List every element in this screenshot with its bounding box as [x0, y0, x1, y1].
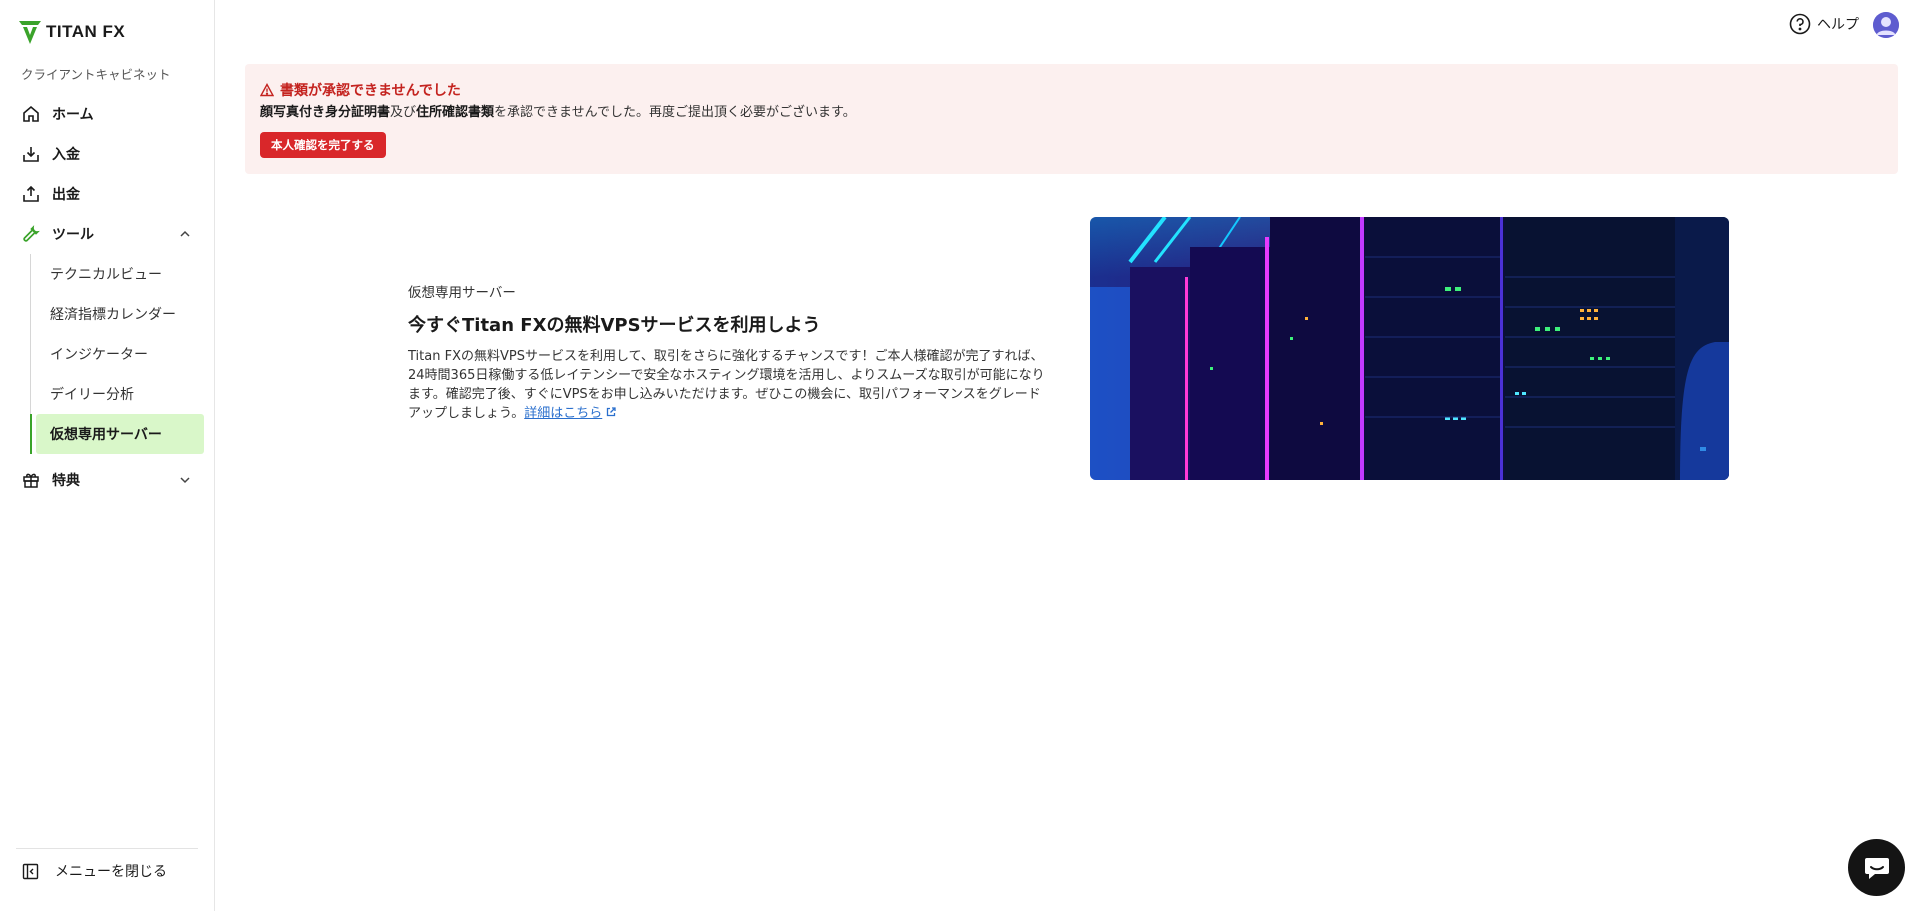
promo-description-text: Titan FXの無料VPSサービスを利用して、取引をさらに強化するチャンスです…: [408, 349, 1045, 421]
collapse-sidebar-icon: [22, 863, 39, 879]
collapse-menu-button[interactable]: メニューを閉じる: [16, 848, 198, 881]
sidebar-item-indicator[interactable]: インジケーター: [31, 334, 214, 374]
deposit-icon: [22, 145, 40, 163]
details-link[interactable]: 詳細はこちら: [524, 406, 602, 421]
vps-promo: 仮想専用サーバー 今すぐTitan FXの無料VPSサービスを利用しよう Tit…: [408, 281, 1048, 423]
sidebar-item-technical-view[interactable]: テクニカルビュー: [31, 254, 214, 294]
sidebar-item-benefits[interactable]: 特典: [0, 460, 214, 500]
external-link-icon[interactable]: [605, 406, 617, 418]
sidebar-item-economic-calendar[interactable]: 経済指標カレンダー: [31, 294, 214, 334]
titan-logo-icon: [19, 21, 41, 44]
alert-text-tail: を承認できませんでした。再度ご提出頂く必要がございます。: [494, 105, 856, 120]
sidebar-item-label: ツール: [52, 227, 94, 243]
verification-alert: 書類が承認できませんでした 顔写真付き身分証明書及び住所確認書類を承認できません…: [245, 64, 1898, 174]
chat-button[interactable]: [1848, 839, 1905, 896]
help-label: ヘルプ: [1817, 17, 1859, 33]
section-label: クライアントキャビネット: [21, 67, 171, 82]
gift-icon: [22, 471, 40, 489]
chat-bubble-icon: [1864, 857, 1889, 879]
chevron-down-icon[interactable]: [178, 473, 192, 487]
sidebar-nav: ホーム 入金 出金 ツール テクニカルビュー 経済指標カレンダー インジケーター: [0, 94, 214, 500]
alert-bold-address-document: 住所確認書類: [416, 105, 495, 120]
alert-bold-id-document: 顔写真付き身分証明書: [260, 105, 391, 120]
promo-description: Titan FXの無料VPSサービスを利用して、取引をさらに強化するチャンスです…: [408, 347, 1048, 423]
promo-title: 今すぐTitan FXの無料VPSサービスを利用しよう: [408, 315, 821, 336]
withdraw-icon: [22, 185, 40, 203]
wrench-icon: [22, 225, 40, 243]
help-button[interactable]: ヘルプ: [1789, 13, 1859, 35]
sidebar-item-label: ホーム: [52, 107, 94, 123]
warning-icon: [260, 83, 274, 97]
server-room-image: [1090, 217, 1729, 480]
alert-message: 顔写真付き身分証明書及び住所確認書類を承認できませんでした。再度ご提出頂く必要が…: [260, 101, 856, 120]
tools-submenu: テクニカルビュー 経済指標カレンダー インジケーター デイリー分析 仮想専用サー…: [30, 254, 214, 454]
sidebar-item-daily-analysis[interactable]: デイリー分析: [31, 374, 214, 414]
sidebar-item-home[interactable]: ホーム: [0, 94, 214, 134]
complete-verification-button[interactable]: 本人確認を完了する: [260, 132, 386, 158]
collapse-menu-label: メニューを閉じる: [55, 864, 167, 880]
sidebar-item-label: 特典: [52, 473, 80, 489]
home-icon: [22, 105, 40, 123]
sidebar: TITAN FX クライアントキャビネット ホーム 入金 出金 ツール テクニカ…: [0, 0, 215, 911]
user-avatar-icon: [1873, 12, 1899, 38]
promo-subtitle: 仮想専用サーバー: [408, 285, 516, 301]
sidebar-item-tools[interactable]: ツール: [0, 214, 214, 254]
alert-title: 書類が承認できませんでした: [280, 83, 461, 99]
sidebar-item-label: 入金: [52, 147, 80, 163]
question-circle-icon: [1789, 13, 1811, 35]
chevron-up-icon[interactable]: [178, 227, 192, 241]
sidebar-item-deposit[interactable]: 入金: [0, 134, 214, 174]
titan-fx-logo[interactable]: TITAN FX: [18, 19, 125, 45]
sidebar-item-label: 出金: [52, 187, 80, 203]
sidebar-item-withdraw[interactable]: 出金: [0, 174, 214, 214]
logo-text: TITAN FX: [46, 22, 126, 41]
avatar[interactable]: [1873, 12, 1899, 38]
server-room-illustration: [1090, 217, 1729, 480]
alert-text-and: 及び: [390, 105, 417, 120]
alert-title-row: 書類が承認できませんでした: [260, 80, 461, 100]
sidebar-item-vps[interactable]: 仮想専用サーバー: [30, 414, 204, 454]
